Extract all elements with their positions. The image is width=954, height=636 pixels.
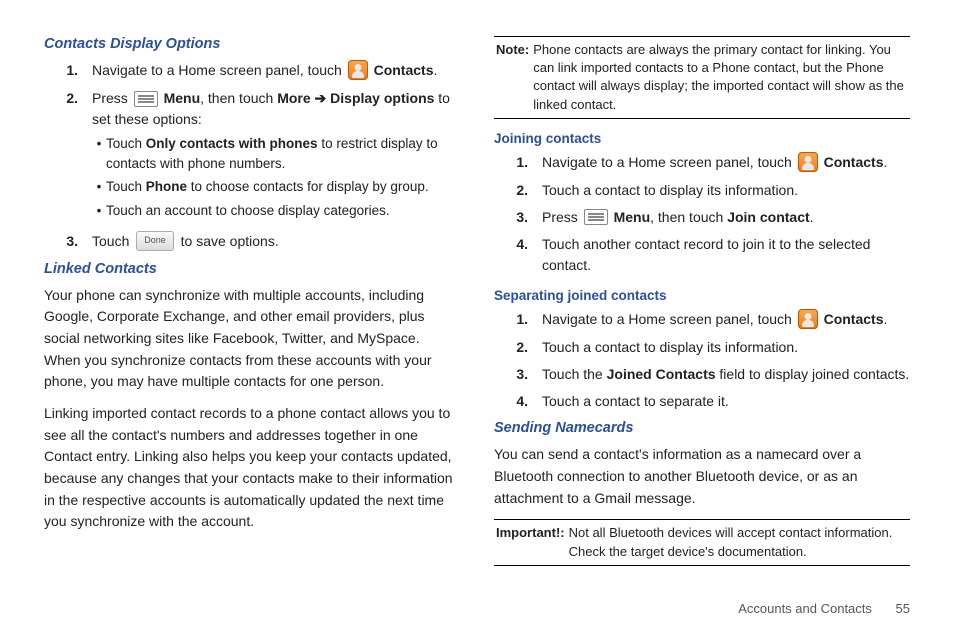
important-label: Important!: — [496, 524, 569, 560]
note-label: Note: — [496, 41, 533, 114]
step-3: 3. Touch Done to save options. — [44, 231, 460, 253]
contacts-icon — [348, 60, 368, 80]
heading-linked-contacts: Linked Contacts — [44, 261, 460, 277]
note-body: Phone contacts are always the primary co… — [533, 41, 908, 114]
menu-icon — [134, 91, 158, 107]
heading-contacts-display-options: Contacts Display Options — [44, 36, 460, 52]
right-column: Note: Phone contacts are always the prim… — [494, 36, 910, 589]
columns: Contacts Display Options 1. Navigate to … — [44, 36, 910, 589]
step-4: 4.Touch a contact to separate it. — [494, 391, 910, 412]
steps-separating: 1.Navigate to a Home screen panel, touch… — [494, 309, 910, 412]
step-1: 1.Navigate to a Home screen panel, touch… — [494, 152, 910, 174]
step-1: 1. Navigate to a Home screen panel, touc… — [44, 60, 460, 82]
footer-section: Accounts and Contacts — [738, 601, 872, 616]
done-button-icon: Done — [136, 231, 174, 251]
step-2: 2. Press Menu, then touch More ➔ Display… — [44, 88, 460, 224]
heading-joining-contacts: Joining contacts — [494, 131, 910, 146]
bullet-1: •Touch Only contacts with phones to rest… — [92, 134, 460, 173]
contacts-icon — [798, 152, 818, 172]
important-box-bluetooth: Important!: Not all Bluetooth devices wi… — [494, 519, 910, 565]
steps-display-options: 1. Navigate to a Home screen panel, touc… — [44, 60, 460, 253]
menu-icon — [584, 209, 608, 225]
step-4: 4.Touch another contact record to join i… — [494, 234, 910, 276]
steps-joining: 1.Navigate to a Home screen panel, touch… — [494, 152, 910, 276]
step-number: 3. — [44, 231, 92, 252]
note-box-phone-contacts: Note: Phone contacts are always the prim… — [494, 36, 910, 119]
paragraph-linked-1: Your phone can synchronize with multiple… — [44, 285, 460, 393]
left-column: Contacts Display Options 1. Navigate to … — [44, 36, 460, 589]
important-body: Not all Bluetooth devices will accept co… — [569, 524, 908, 560]
bullet-2: •Touch Phone to choose contacts for disp… — [92, 177, 460, 197]
footer-page-number: 55 — [896, 601, 910, 616]
heading-sending-namecards: Sending Namecards — [494, 420, 910, 436]
step-2: 2.Touch a contact to display its informa… — [494, 180, 910, 201]
page-footer: Accounts and Contacts 55 — [44, 589, 910, 616]
bullet-3: •Touch an account to choose display cate… — [92, 201, 460, 221]
paragraph-linked-2: Linking imported contact records to a ph… — [44, 403, 460, 533]
step-body: Press Menu, then touch More ➔ Display op… — [92, 88, 460, 224]
step-number: 2. — [44, 88, 92, 109]
step-3: 3.Touch the Joined Contacts field to dis… — [494, 364, 910, 385]
step-body: Navigate to a Home screen panel, touch C… — [92, 60, 460, 82]
step-3: 3.Press Menu, then touch Join contact. — [494, 207, 910, 228]
step-1: 1.Navigate to a Home screen panel, touch… — [494, 309, 910, 331]
contacts-icon — [798, 309, 818, 329]
step-2: 2.Touch a contact to display its informa… — [494, 337, 910, 358]
page: Contacts Display Options 1. Navigate to … — [0, 0, 954, 636]
paragraph-namecards: You can send a contact's information as … — [494, 444, 910, 509]
step-body: Touch Done to save options. — [92, 231, 460, 253]
bullets-display-options: •Touch Only contacts with phones to rest… — [92, 134, 460, 220]
step-number: 1. — [44, 60, 92, 81]
heading-separating-contacts: Separating joined contacts — [494, 288, 910, 303]
